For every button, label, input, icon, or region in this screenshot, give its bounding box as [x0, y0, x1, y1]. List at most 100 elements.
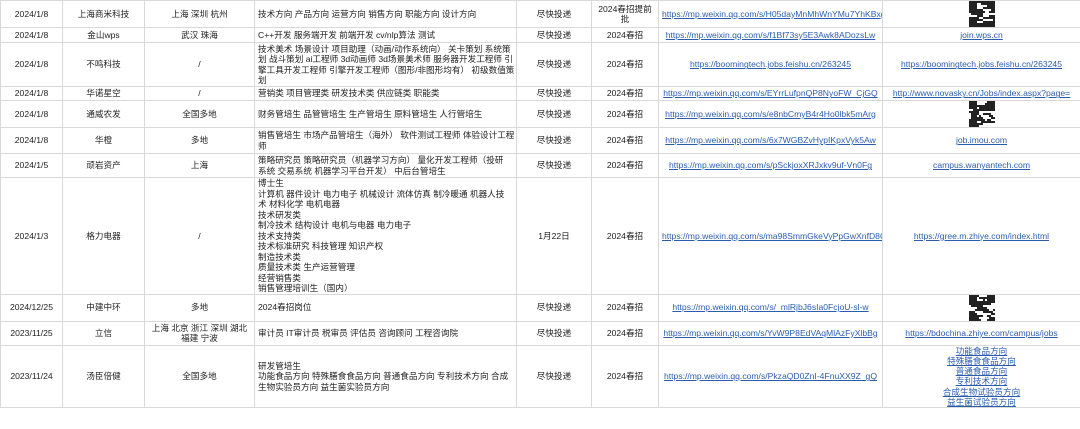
position-line: 质量技术类 生产运营管理 — [258, 262, 355, 272]
type-cell: 2024春招 — [591, 293, 659, 322]
deadline-cell: 尽快投递 — [516, 293, 592, 322]
type-cell: 2024春招 — [591, 86, 659, 101]
positions-cell: 技术美术 场景设计 项目助理（动画/动作系统向） 关卡策划 系统策划 战斗策划 … — [254, 42, 517, 87]
article-link[interactable]: https://mp.weixin.qq.com/s/YvW9P8EdVAqMl… — [658, 320, 883, 346]
company-cell: 华诺星空 — [62, 86, 145, 101]
table-row: 2024/1/8 通威农发 全国多地 财务管培生 品管管培生 生产管培生 原料管培生 … — [0, 100, 1080, 128]
apply-link[interactable]: https://boomingtech.jobs.feishu.cn/26324… — [882, 42, 1080, 87]
direction-link[interactable]: 合成生物试验员方向 — [886, 387, 1077, 397]
position-line: 制造技术类 — [258, 251, 301, 262]
deadline-cell: 尽快投递 — [516, 0, 592, 28]
direction-link[interactable]: 功能食品方向 — [886, 346, 1077, 356]
company-cell: 顽岩资产 — [62, 153, 145, 178]
position-line: 师 — [258, 140, 267, 151]
article-link[interactable]: https://mp.weixin.qq.com/s/ma98SmmGkeVyP… — [658, 177, 883, 295]
table-row: 2024/12/25 中建中环 多地 2024春招岗位 尽快投递 2024春招 https:… — [0, 293, 1080, 322]
direction-link[interactable]: 专利技术方向 — [886, 376, 1077, 386]
positions-cell: 博士生 计算机 器件设计 电力电子 机械设计 流体仿真 制冷暖通 机器人技术 材料… — [254, 177, 517, 295]
qr-code-icon[interactable] — [968, 1, 995, 27]
company-cell: 格力电器 — [62, 177, 145, 295]
date-cell: 2024/1/8 — [0, 86, 63, 101]
position-line: 策略研究员 策略研究员（机器学习方向） 量化开发工程师（投研 — [258, 155, 504, 165]
positions-cell: 销售管培生 市场产品管培生（海外） 软件测试工程师 体验设计工程师 — [254, 127, 517, 154]
type-cell: 2024春招 — [591, 177, 659, 295]
qr-code-cell[interactable] — [882, 293, 1080, 322]
table-row: 2024/1/8 金山wps 武汉 珠海 C++开发 服务端开发 前端开发 cv/nl… — [0, 27, 1080, 43]
position-line: 术 材料化学 电机电器 — [258, 199, 341, 209]
position-line: C++开发 服务端开发 前端开发 cv/nlp算法 测试 — [258, 29, 436, 40]
date-cell: 2023/11/25 — [0, 320, 63, 346]
company-cell: 汤臣倍健 — [62, 344, 145, 409]
apply-link[interactable]: http://www.novasky.cn/Jobs/index.aspx?pa… — [882, 86, 1080, 101]
apply-link[interactable]: https://bdochina.zhiye.com/campus/jobs — [882, 320, 1080, 346]
company-cell: 不鸣科技 — [62, 42, 145, 87]
positions-cell: 研发管培生 功能食品方向 特殊膳食食品方向 普通食品方向 专利技术方向 合成 生物实… — [254, 344, 517, 409]
position-line: 技术支持类 — [258, 230, 301, 241]
type-cell: 2024春招 — [591, 27, 659, 43]
location-cell: / — [144, 42, 255, 87]
article-link[interactable]: https://mp.weixin.qq.com/s/H05dayMnMhWnY… — [658, 0, 883, 28]
location-cell: 全国多地 — [144, 100, 255, 128]
position-line: 功能食品方向 特殊膳食食品方向 普通食品方向 专利技术方向 合成 — [258, 371, 509, 382]
apply-link[interactable]: job.imou.com — [882, 127, 1080, 154]
position-line: 研发管培生 — [258, 360, 301, 371]
type-cell: 2024春招 — [591, 42, 659, 87]
type-cell: 2024春招 — [591, 153, 659, 178]
qr-code-icon[interactable] — [968, 101, 995, 127]
table-row: 2023/11/24 汤臣倍健 全国多地 研发管培生 功能食品方向 特殊膳食食品方向 普… — [0, 344, 1080, 409]
direction-link[interactable]: 普通食品方向 — [886, 366, 1077, 376]
company-cell: 华橙 — [62, 127, 145, 154]
table-row: 2023/11/25 立信 上海 北京 浙江 深圳 湖北 福建 宁波 审计员 IT审计… — [0, 320, 1080, 346]
direction-link[interactable]: 特殊膳食食品方向 — [886, 356, 1077, 366]
date-cell: 2024/1/8 — [0, 27, 63, 43]
article-link[interactable]: https://mp.weixin.qq.com/s/PkzaQD0ZnI-4F… — [658, 344, 883, 409]
qr-code-icon[interactable] — [968, 295, 995, 320]
location-cell: 全国多地 — [144, 344, 255, 409]
date-cell: 2023/11/24 — [0, 344, 63, 409]
positions-cell: 技术方向 产品方向 运营方向 销售方向 职能方向 设计方向 — [254, 0, 517, 28]
location-cell: 上海 深圳 杭州 — [144, 0, 255, 28]
positions-cell: 营销类 项目管理类 研发技术类 供应链类 职能类 — [254, 86, 517, 101]
positions-cell: C++开发 服务端开发 前端开发 cv/nlp算法 测试 — [254, 27, 517, 43]
position-line: 经营销售类 — [258, 272, 301, 283]
position-line: 技术美术 场景设计 项目助理（动画/动作系统向） 关卡策划 系统策 — [258, 43, 511, 54]
date-cell: 2024/12/25 — [0, 293, 63, 322]
apply-link[interactable]: join.wps.cn — [882, 27, 1080, 43]
position-line: 技术标准研究 科技管理 知识产权 — [258, 241, 384, 251]
article-link[interactable]: https://mp.weixin.qq.com/s/6x7WGBZvHypIK… — [658, 127, 883, 154]
position-line: 技术研发类 — [258, 209, 301, 220]
article-link[interactable]: https://boomingtech.jobs.feishu.cn/26324… — [658, 42, 883, 87]
company-cell: 上海商米科技 — [62, 0, 145, 28]
article-link[interactable]: https://mp.weixin.qq.com/s/e8nbCmyB4r4Ho… — [658, 100, 883, 128]
deadline-cell: 尽快投递 — [516, 100, 592, 128]
position-line: 销售管理培训生（国内） — [258, 283, 353, 293]
qr-code-cell[interactable] — [882, 0, 1080, 28]
location-cell: / — [144, 86, 255, 101]
type-cell: 2024春招提前批 — [591, 0, 659, 28]
position-line: 划 — [258, 75, 267, 85]
company-cell: 立信 — [62, 320, 145, 346]
positions-cell: 2024春招岗位 — [254, 293, 517, 322]
deadline-cell: 尽快投递 — [516, 27, 592, 43]
apply-link[interactable]: campus.wanyantech.com — [882, 153, 1080, 178]
qr-code-cell[interactable] — [882, 100, 1080, 128]
company-cell: 通威农发 — [62, 100, 145, 128]
position-line: 计算机 器件设计 电力电子 机械设计 流体仿真 制冷暖通 机器人技 — [258, 188, 505, 199]
deadline-cell: 尽快投递 — [516, 86, 592, 101]
article-link[interactable]: https://mp.weixin.qq.com/s/f1Bf73sy5E3Aw… — [658, 27, 883, 43]
deadline-cell: 尽快投递 — [516, 42, 592, 87]
direction-links[interactable]: 功能食品方向 特殊膳食食品方向 普通食品方向 专利技术方向 合成生物试验员方向 益生菌试验… — [882, 344, 1080, 409]
article-link[interactable]: https://mp.weixin.qq.com/s/_mlRjbJ6sIa0F… — [658, 293, 883, 322]
table-row: 2024/1/8 上海商米科技 上海 深圳 杭州 技术方向 产品方向 运营方向 销售方… — [0, 0, 1080, 28]
article-link[interactable]: https://mp.weixin.qq.com/s/EYrrLufpnQP8N… — [658, 86, 883, 101]
position-line: 系统 交易系统 机器学习平台开发） 中后台管培生 — [258, 165, 446, 176]
direction-link[interactable]: 益生菌试验员方向 — [886, 397, 1077, 407]
position-line: 2024春招岗位 — [258, 302, 312, 313]
position-line: 销售管培生 市场产品管培生（海外） 软件测试工程师 体验设计工程 — [258, 130, 515, 140]
date-cell: 2024/1/5 — [0, 153, 63, 178]
position-line: 财务管培生 品管管培生 生产管培生 原料管培生 人行管培生 — [258, 108, 483, 119]
positions-cell: 策略研究员 策略研究员（机器学习方向） 量化开发工程师（投研 系统 交易系统 机器… — [254, 153, 517, 178]
date-cell: 2024/1/8 — [0, 0, 63, 28]
apply-link[interactable]: https://gree.m.zhiye.com/index.html — [882, 177, 1080, 295]
article-link[interactable]: https://mp.weixin.qq.com/s/pSckjoxXRJxkv… — [658, 153, 883, 178]
